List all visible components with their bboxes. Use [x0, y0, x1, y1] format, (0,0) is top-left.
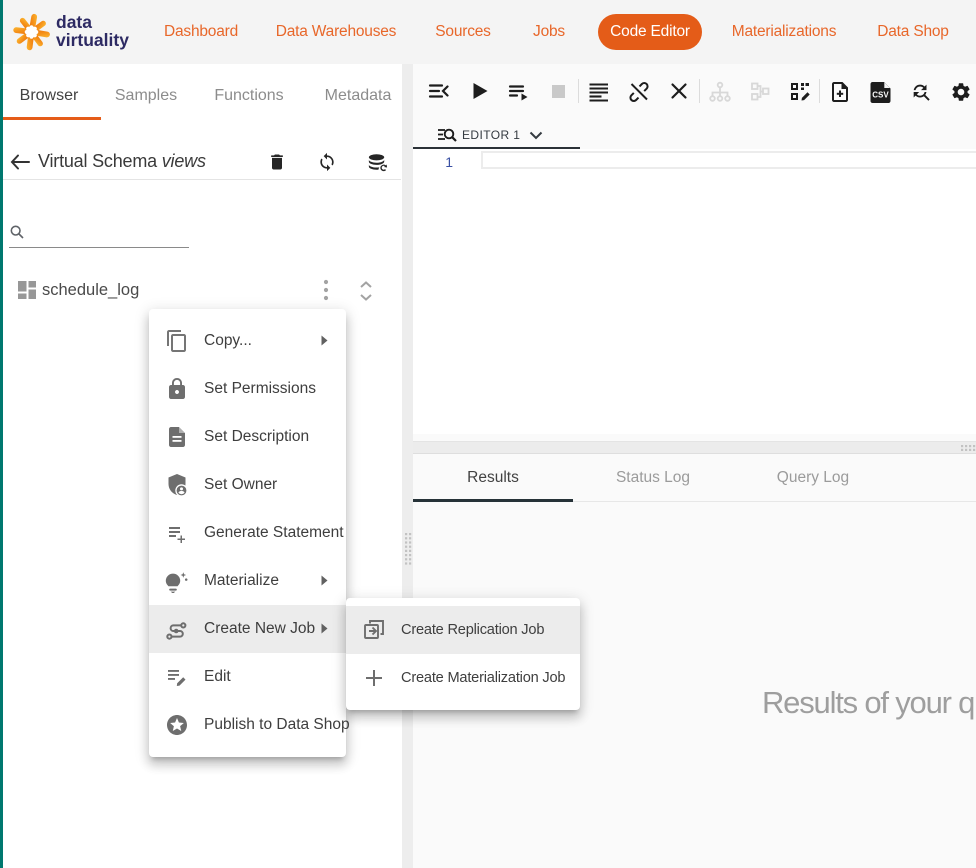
- svg-text:CSV: CSV: [872, 91, 889, 100]
